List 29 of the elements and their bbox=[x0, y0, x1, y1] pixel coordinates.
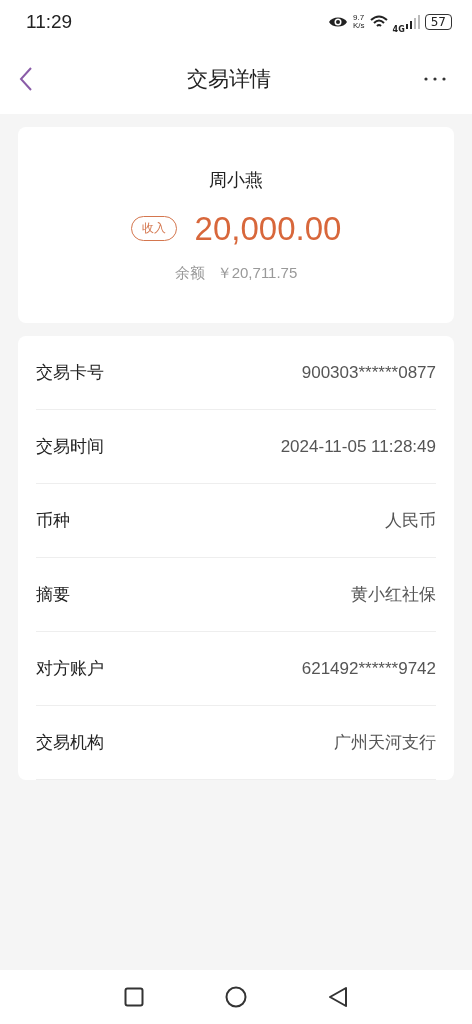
battery-indicator: 57 bbox=[424, 14, 452, 30]
status-time: 11:29 bbox=[26, 11, 73, 33]
signal-icon bbox=[405, 15, 420, 29]
network-speed: 9.7 K/s bbox=[353, 14, 365, 30]
detail-label: 交易卡号 bbox=[36, 361, 104, 384]
detail-value: 621492******9742 bbox=[301, 658, 436, 679]
back-nav-icon[interactable] bbox=[328, 986, 348, 1008]
balance-value: ￥20,711.75 bbox=[216, 263, 298, 283]
detail-label: 对方账户 bbox=[36, 657, 104, 680]
detail-value: 2024-11-05 11:28:49 bbox=[280, 436, 436, 457]
home-icon[interactable] bbox=[225, 986, 247, 1008]
detail-label: 摘要 bbox=[36, 583, 70, 606]
eye-icon bbox=[328, 15, 348, 29]
page-title: 交易详情 bbox=[186, 66, 271, 93]
detail-value: 广州天河支行 bbox=[334, 732, 436, 754]
detail-value: 900303******0877 bbox=[301, 362, 436, 383]
wifi-icon bbox=[369, 15, 388, 29]
back-icon[interactable] bbox=[19, 67, 33, 91]
recents-icon[interactable] bbox=[124, 987, 144, 1007]
payer-name: 周小燕 bbox=[209, 167, 263, 192]
detail-value: 黄小红社保 bbox=[351, 584, 436, 606]
balance-label: 余额 bbox=[174, 263, 205, 283]
detail-label: 交易机构 bbox=[36, 731, 104, 754]
network-type: 4G bbox=[392, 24, 405, 34]
detail-label: 交易时间 bbox=[36, 435, 104, 458]
more-icon[interactable] bbox=[424, 77, 446, 81]
detail-value: 人民币 bbox=[385, 510, 436, 532]
amount: 20,000.00 bbox=[194, 209, 342, 248]
detail-label: 币种 bbox=[36, 509, 70, 532]
